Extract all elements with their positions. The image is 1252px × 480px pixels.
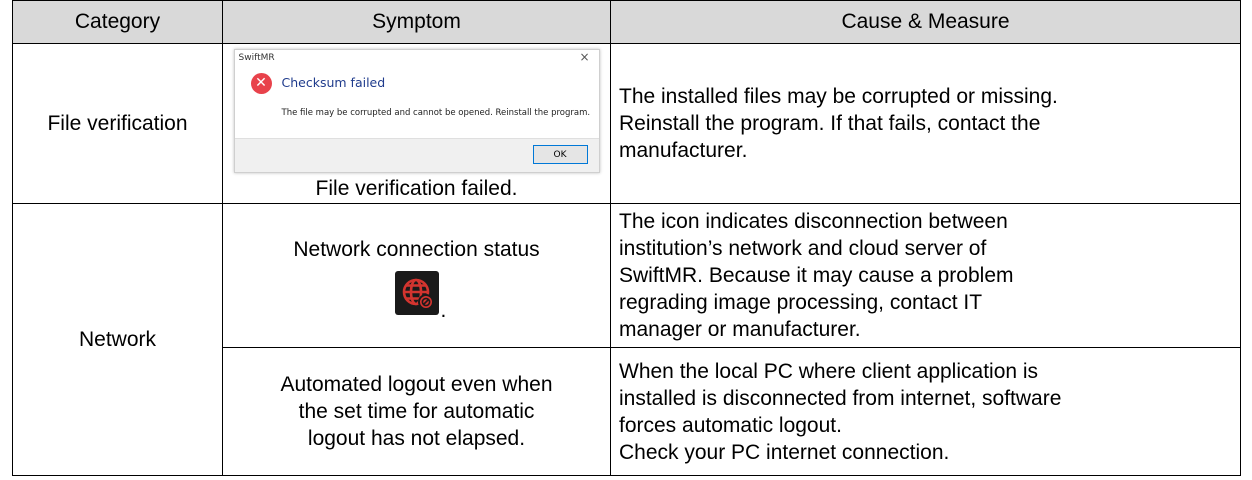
- header-cause: Cause & Measure: [610, 0, 1241, 44]
- ok-button[interactable]: OK: [532, 145, 588, 164]
- symptom-cell: SwiftMR × ✕ Checksum failed The file may…: [222, 43, 611, 204]
- header-symptom: Symptom: [222, 0, 611, 44]
- cause-line: institution’s network and cloud server o…: [619, 237, 987, 260]
- troubleshooting-document: Category Symptom Cause & Measure File ve…: [0, 0, 1252, 480]
- error-icon: ✕: [250, 73, 272, 94]
- table-row: Network Network connection status . The …: [12, 203, 1241, 476]
- dialog-heading: Checksum failed: [281, 75, 386, 90]
- cause-line: Check your PC internet connection.: [619, 440, 950, 464]
- close-icon[interactable]: ×: [579, 51, 589, 64]
- cause-line: regrading image processing, contact IT: [619, 291, 983, 314]
- symptom-line: Automated logout even when: [280, 373, 553, 396]
- cause-cell: The installed files may be corrupted or …: [610, 43, 1241, 204]
- symptom-title: Network connection status: [293, 238, 540, 261]
- symptom-cell: Automated logout even when the set time …: [222, 347, 611, 476]
- symptom-caption: File verification failed.: [315, 177, 518, 200]
- dialog-footer: OK: [234, 138, 599, 172]
- cause-line: SwiftMR. Because it may cause a problem: [619, 264, 1014, 287]
- symptom-line: logout has not elapsed.: [307, 427, 526, 450]
- header-row: Category Symptom Cause & Measure: [12, 0, 1241, 44]
- symptom-line: the set time for automatic: [298, 400, 535, 423]
- cause-line: When the local PC where client applicati…: [619, 359, 1039, 383]
- cause-line: manufacturer.: [619, 139, 748, 162]
- cause-line: The icon indicates disconnection between: [619, 210, 1008, 233]
- category-label: File verification: [47, 112, 188, 135]
- network-disconnected-icon: [394, 271, 439, 315]
- cause-line: manager or manufacturer.: [619, 318, 861, 341]
- category-cell: Network: [12, 203, 223, 476]
- cause-cell: When the local PC where client applicati…: [610, 347, 1241, 476]
- cause-line: installed is disconnected from internet,…: [619, 386, 1062, 410]
- header-category: Category: [12, 0, 223, 44]
- table-row: File verification SwiftMR × ✕ Checksum f…: [12, 43, 1241, 204]
- checksum-error-dialog: SwiftMR × ✕ Checksum failed The file may…: [233, 49, 600, 173]
- cause-line: The installed files may be corrupted or …: [619, 85, 1058, 108]
- troubleshooting-table: Category Symptom Cause & Measure File ve…: [12, 0, 1241, 476]
- dialog-message: The file may be corrupted and cannot be …: [281, 108, 591, 118]
- network-status-icon-wrap: .: [394, 271, 446, 321]
- category-label: Network: [78, 328, 157, 351]
- category-cell: File verification: [12, 43, 223, 204]
- symptom-cell: Network connection status .: [222, 203, 611, 348]
- symptom-trailing-dot: .: [440, 299, 447, 322]
- cause-cell: The icon indicates disconnection between…: [610, 203, 1241, 348]
- cause-line: Reinstall the program. If that fails, co…: [619, 112, 1041, 135]
- dialog-window-title: SwiftMR: [238, 53, 275, 63]
- cause-line: forces automatic logout.: [619, 413, 842, 437]
